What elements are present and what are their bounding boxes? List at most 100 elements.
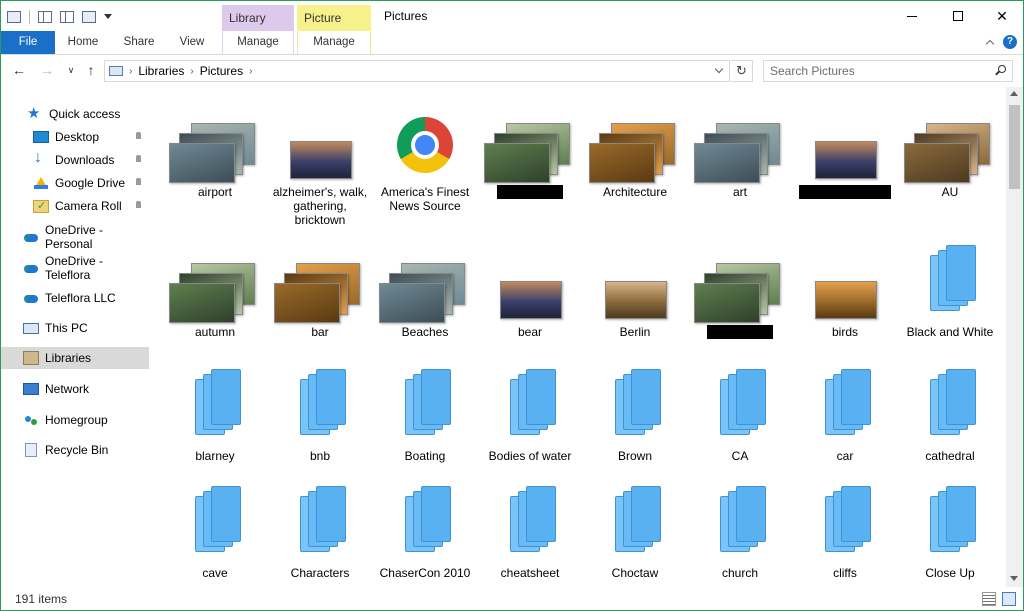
file-item[interactable]: cave bbox=[165, 474, 265, 580]
redacted-label bbox=[795, 185, 895, 202]
tab-view[interactable]: View bbox=[173, 31, 211, 54]
folder-page bbox=[841, 369, 871, 425]
file-item[interactable]: Architecture bbox=[585, 93, 685, 199]
chrome-logo-icon bbox=[397, 117, 453, 173]
photo-thumbnail bbox=[274, 283, 340, 323]
nav-item-desktop[interactable]: Desktop bbox=[1, 126, 149, 148]
nav-item-homegroup[interactable]: Homegroup bbox=[1, 409, 149, 431]
nav-item-label: Network bbox=[45, 382, 90, 396]
properties-icon[interactable] bbox=[7, 11, 21, 23]
file-item[interactable]: bear bbox=[480, 233, 580, 339]
file-item[interactable]: Beaches bbox=[375, 233, 475, 339]
expand-ribbon-icon[interactable] bbox=[986, 38, 995, 47]
redaction-bar bbox=[707, 325, 773, 339]
back-button[interactable]: ← bbox=[11, 62, 27, 78]
tab-manage-library[interactable]: Manage bbox=[222, 31, 294, 54]
file-item[interactable]: America's Finest News Source bbox=[375, 93, 475, 213]
nav-item-google-drive[interactable]: Google Drive bbox=[1, 172, 149, 194]
breadcrumb-pictures[interactable]: Pictures bbox=[200, 64, 243, 78]
file-item[interactable]: cliffs bbox=[795, 474, 895, 580]
chevron-right-icon[interactable]: › bbox=[129, 66, 132, 77]
file-item[interactable]: alzheimer's, walk, gathering, bricktown bbox=[270, 93, 370, 227]
nav-item-downloads[interactable]: Downloads bbox=[1, 149, 149, 171]
folder-page bbox=[526, 369, 556, 425]
photo-folder-thumbnail bbox=[585, 233, 685, 323]
refresh-button[interactable]: ↻ bbox=[731, 60, 753, 82]
address-bar[interactable]: › Libraries › Pictures › bbox=[104, 60, 730, 82]
file-item[interactable]: bar bbox=[270, 233, 370, 339]
file-item[interactable]: bnb bbox=[270, 357, 370, 463]
nav-item-quick-access[interactable]: Quick access bbox=[1, 103, 149, 125]
vertical-scrollbar[interactable] bbox=[1006, 87, 1023, 587]
address-history-dropdown[interactable] bbox=[715, 65, 725, 75]
folder-icon bbox=[900, 233, 1000, 323]
file-item[interactable]: art bbox=[690, 93, 790, 199]
nav-item-teleflora-llc[interactable]: Teleflora LLC bbox=[1, 287, 149, 309]
photo-folder-thumbnail bbox=[375, 233, 475, 323]
close-icon: ✕ bbox=[996, 7, 1008, 24]
nav-item-libraries[interactable]: Libraries bbox=[1, 347, 149, 369]
up-button[interactable]: ↑ bbox=[83, 62, 99, 78]
file-item[interactable]: Characters bbox=[270, 474, 370, 580]
file-item-label: Black and White bbox=[906, 325, 994, 339]
file-item[interactable]: CA bbox=[690, 357, 790, 463]
scrollbar-thumb[interactable] bbox=[1009, 105, 1020, 189]
file-item-label: Choctaw bbox=[611, 566, 659, 580]
file-item[interactable]: cathedral bbox=[900, 357, 1000, 463]
file-item[interactable]: birds bbox=[795, 233, 895, 339]
nav-item-camera-roll[interactable]: Camera Roll bbox=[1, 195, 149, 217]
details-view-button[interactable] bbox=[982, 592, 996, 606]
file-item[interactable]: Boating bbox=[375, 357, 475, 463]
scroll-up-icon[interactable] bbox=[1010, 91, 1018, 96]
file-item[interactable] bbox=[480, 93, 580, 202]
customize-toolbar-dropdown[interactable] bbox=[104, 11, 112, 23]
minimize-button[interactable] bbox=[889, 1, 935, 31]
file-item[interactable]: airport bbox=[165, 93, 265, 199]
chevron-right-icon[interactable]: › bbox=[249, 66, 252, 77]
file-item[interactable]: Brown bbox=[585, 357, 685, 463]
file-item[interactable]: Choctaw bbox=[585, 474, 685, 580]
search-input[interactable]: Search Pictures bbox=[763, 60, 1013, 82]
nav-item-onedrive-teleflora[interactable]: OneDrive - Teleflora bbox=[1, 254, 149, 282]
file-item[interactable]: autumn bbox=[165, 233, 265, 339]
file-item[interactable]: cheatsheet bbox=[480, 474, 580, 580]
file-item[interactable]: Black and White bbox=[900, 233, 1000, 339]
breadcrumb-libraries[interactable]: Libraries bbox=[138, 64, 184, 78]
forward-button[interactable]: → bbox=[39, 62, 55, 78]
large-icons-view-button[interactable] bbox=[1002, 592, 1016, 606]
file-item-label: ChaserCon 2010 bbox=[379, 566, 471, 580]
nav-item-onedrive-personal[interactable]: OneDrive - Personal bbox=[1, 223, 149, 251]
chevron-right-icon[interactable]: › bbox=[190, 66, 193, 77]
file-item[interactable]: Berlin bbox=[585, 233, 685, 339]
file-item[interactable] bbox=[795, 93, 895, 202]
close-button[interactable]: ✕ bbox=[979, 1, 1023, 31]
pin-icon[interactable] bbox=[134, 155, 143, 164]
file-item[interactable] bbox=[690, 233, 790, 342]
file-item[interactable]: Bodies of water bbox=[480, 357, 580, 463]
folder-icon bbox=[585, 474, 685, 564]
file-item[interactable]: blarney bbox=[165, 357, 265, 463]
preview-pane-icon[interactable] bbox=[60, 11, 74, 23]
scroll-down-icon[interactable] bbox=[1010, 576, 1018, 581]
maximize-button[interactable] bbox=[935, 1, 981, 31]
pin-icon[interactable] bbox=[134, 201, 143, 210]
help-icon[interactable]: ? bbox=[1003, 35, 1017, 49]
recent-locations-dropdown[interactable]: ∨ bbox=[63, 62, 79, 78]
new-folder-icon[interactable] bbox=[38, 11, 52, 23]
nav-item-this-pc[interactable]: This PC bbox=[1, 317, 149, 339]
tab-share[interactable]: Share bbox=[119, 31, 159, 54]
tab-manage-picture[interactable]: Manage bbox=[297, 31, 371, 54]
tab-file[interactable]: File bbox=[1, 31, 55, 54]
folder-icon bbox=[900, 357, 1000, 447]
file-item[interactable]: Close Up bbox=[900, 474, 1000, 580]
pin-icon[interactable] bbox=[134, 132, 143, 141]
pin-icon[interactable] bbox=[134, 178, 143, 187]
file-item[interactable]: church bbox=[690, 474, 790, 580]
rename-icon[interactable] bbox=[82, 11, 96, 23]
file-item[interactable]: ChaserCon 2010 bbox=[375, 474, 475, 580]
nav-item-network[interactable]: Network bbox=[1, 378, 149, 400]
file-item[interactable]: car bbox=[795, 357, 895, 463]
file-item[interactable]: AU bbox=[900, 93, 1000, 199]
nav-item-recycle-bin[interactable]: Recycle Bin bbox=[1, 439, 149, 461]
tab-home[interactable]: Home bbox=[61, 31, 105, 54]
